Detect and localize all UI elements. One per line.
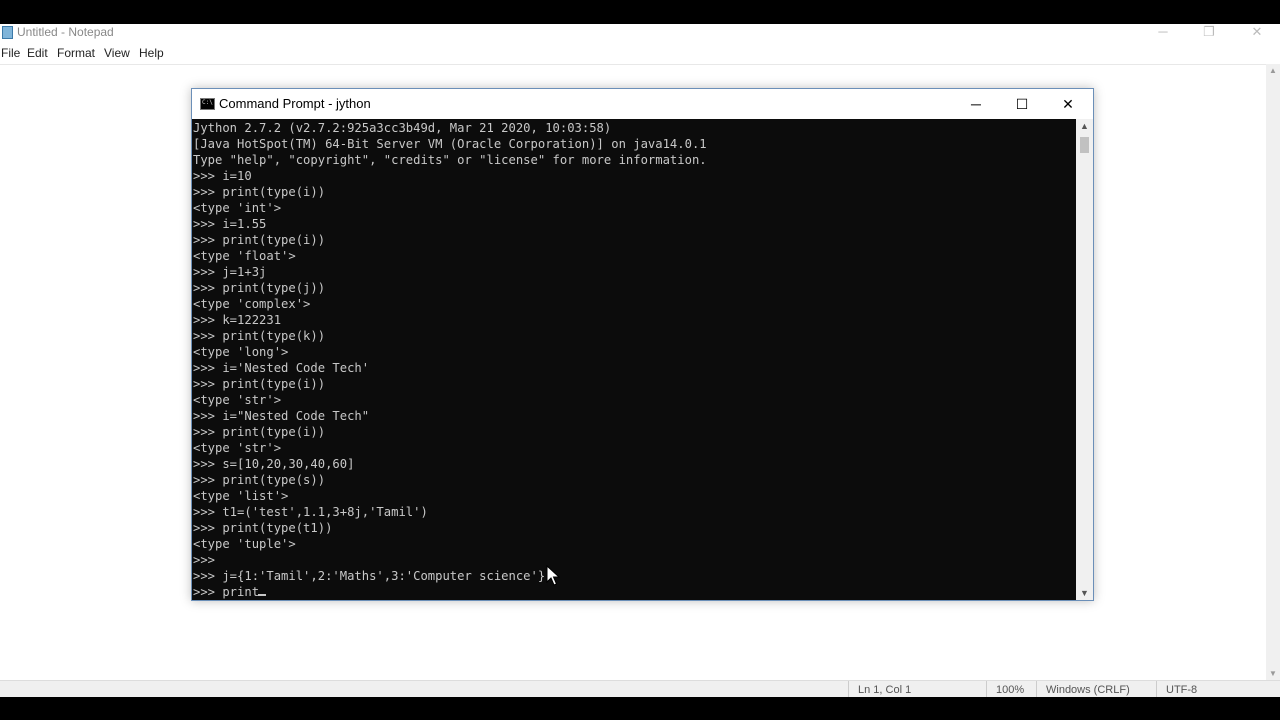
console-line: Jython 2.7.2 (v2.7.2:925a3cc3b49d, Mar 2… (193, 121, 612, 135)
command-prompt-window: C:\ Command Prompt - jython ─ ☐ ✕ Jython… (191, 88, 1094, 601)
console-line: >>> j={1:'Tamil',2:'Maths',3:'Computer s… (193, 569, 546, 583)
console-line: >>> t1=('test',1.1,3+8j,'Tamil') (193, 505, 428, 519)
console-line: <type 'long'> (193, 345, 289, 359)
text-cursor (258, 594, 266, 596)
console-line: <type 'tuple'> (193, 537, 296, 551)
console-line: >>> print(type(i)) (193, 185, 326, 199)
console-line: <type 'str'> (193, 393, 282, 407)
console-input-line[interactable]: >>> print (193, 584, 259, 600)
status-position: Ln 1, Col 1 (858, 684, 912, 696)
console-line: >>> print(type(i)) (193, 233, 326, 247)
cmd-scrollbar[interactable]: ▲ ▼ (1076, 119, 1093, 600)
cmd-titlebar[interactable]: C:\ Command Prompt - jython ─ ☐ ✕ (192, 89, 1093, 119)
console-line: >>> i='Nested Code Tech' (193, 361, 370, 375)
mouse-pointer-icon (546, 565, 561, 586)
cmd-title: Command Prompt - jython (219, 96, 371, 111)
console-line: >>> i="Nested Code Tech" (193, 409, 370, 423)
console-line: >>> i=1.55 (193, 217, 267, 231)
menu-view[interactable]: View (104, 46, 130, 60)
console-line: >>> i=10 (193, 169, 252, 183)
menu-help[interactable]: Help (139, 46, 164, 60)
console-line: <type 'str'> (193, 441, 282, 455)
console-line: <type 'list'> (193, 489, 289, 503)
notepad-statusbar: Ln 1, Col 1 100% Windows (CRLF) UTF-8 (0, 680, 1280, 697)
console-line: >>> print(type(s)) (193, 473, 326, 487)
notepad-scrollbar[interactable]: ▲ ▼ (1266, 64, 1280, 680)
minimize-icon[interactable]: ─ (1140, 24, 1186, 42)
console-line: >>> (193, 553, 216, 567)
restore-icon[interactable]: ❐ (1186, 24, 1232, 42)
menu-format[interactable]: Format (57, 46, 95, 60)
console-line: >>> k=122231 (193, 313, 282, 327)
console-output[interactable]: Jython 2.7.2 (v2.7.2:925a3cc3b49d, Mar 2… (192, 119, 1076, 600)
status-encoding: UTF-8 (1166, 684, 1198, 696)
notepad-titlebar[interactable]: Untitled - Notepad ─ ❐ ✕ (0, 24, 1280, 42)
console-line: >>> s=[10,20,30,40,60] (193, 457, 355, 471)
console-line: <type 'int'> (193, 201, 282, 215)
status-zoom: 100% (996, 684, 1025, 696)
menu-file[interactable]: File (1, 46, 20, 60)
close-icon[interactable]: ✕ (1234, 24, 1280, 42)
status-divider (986, 681, 987, 697)
notepad-menubar: File Edit Format View Help (0, 44, 1280, 64)
menu-edit[interactable]: Edit (27, 46, 48, 60)
console-icon: C:\ (200, 98, 215, 110)
console-line: >>> print(type(i)) (193, 425, 326, 439)
scrollbar-thumb[interactable] (1080, 137, 1089, 153)
console-line: <type 'complex'> (193, 297, 311, 311)
console-line: [Java HotSpot(TM) 64-Bit Server VM (Orac… (193, 137, 707, 151)
console-line: >>> print(type(j)) (193, 281, 326, 295)
notepad-icon (2, 26, 13, 39)
console-line: >>> print(type(i)) (193, 377, 326, 391)
console-line: >>> print(type(k)) (193, 329, 326, 343)
status-divider (848, 681, 849, 697)
status-divider (1156, 681, 1157, 697)
maximize-icon[interactable]: ☐ (999, 89, 1045, 119)
scroll-up-icon[interactable]: ▲ (1076, 121, 1093, 131)
close-icon[interactable]: ✕ (1045, 89, 1091, 119)
scroll-down-icon[interactable]: ▼ (1076, 588, 1093, 598)
scroll-down-icon[interactable]: ▼ (1266, 669, 1280, 678)
console-line: Type "help", "copyright", "credits" or "… (193, 153, 707, 167)
console-line: >>> print(type(t1)) (193, 521, 333, 535)
status-line-ending: Windows (CRLF) (1046, 684, 1130, 696)
scroll-up-icon[interactable]: ▲ (1266, 66, 1280, 75)
console-line: >>> j=1+3j (193, 265, 267, 279)
minimize-icon[interactable]: ─ (953, 89, 999, 119)
notepad-title: Untitled - Notepad (17, 25, 114, 39)
status-divider (1036, 681, 1037, 697)
console-line: <type 'float'> (193, 249, 296, 263)
